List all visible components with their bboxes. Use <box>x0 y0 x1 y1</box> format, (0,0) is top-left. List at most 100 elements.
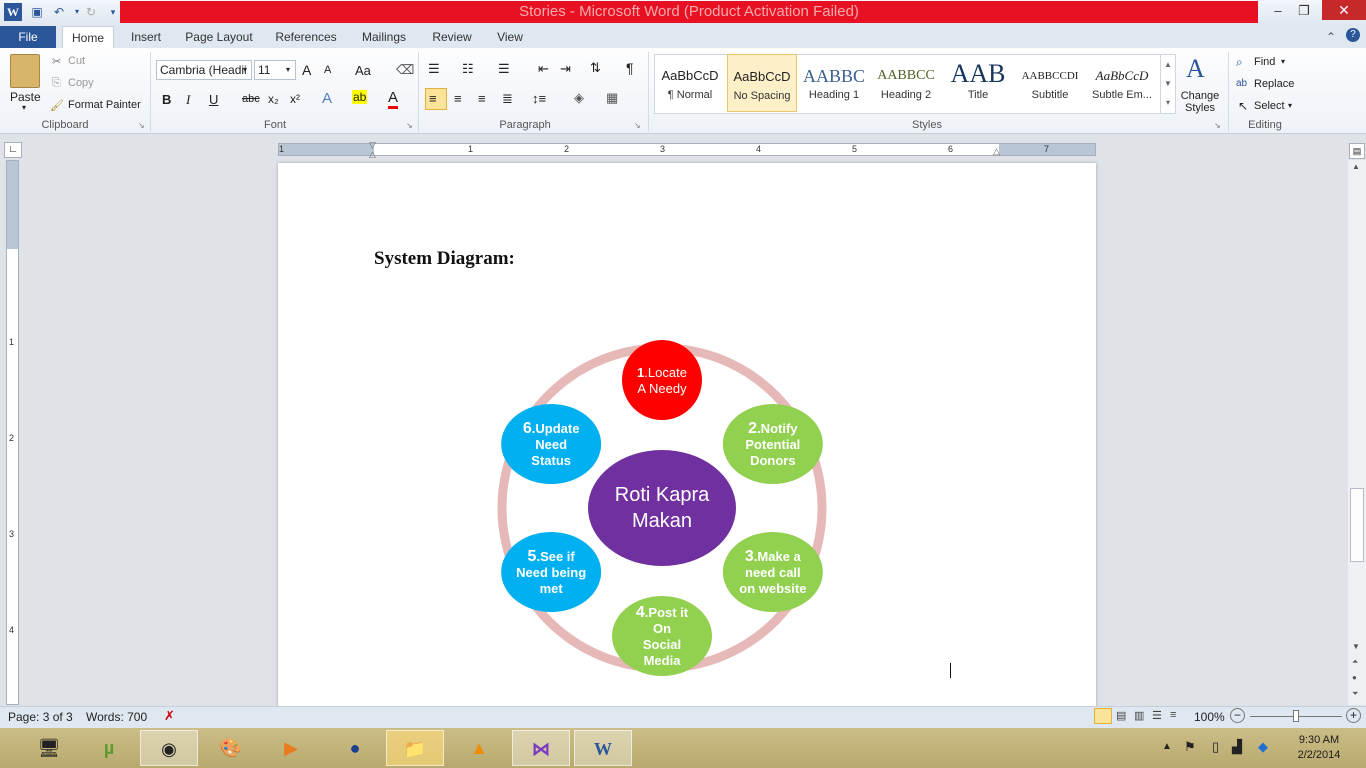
taskbar-monitor-icon[interactable]: 🖥 <box>20 730 78 766</box>
style-no-spacing[interactable]: AaBbCcD No Spacing <box>727 54 797 112</box>
draft-view-icon[interactable]: ≡ <box>1170 709 1176 721</box>
zoom-level[interactable]: 100% <box>1194 710 1225 724</box>
find-button[interactable]: Find <box>1254 56 1275 68</box>
change-styles-button[interactable]: Change Styles <box>1180 90 1220 114</box>
shrink-font-icon[interactable]: A <box>324 64 331 76</box>
dropbox-icon[interactable]: ◆ <box>1258 739 1268 755</box>
taskbar-paint-icon[interactable]: 🎨 <box>202 730 260 766</box>
close-button[interactable]: ✕ <box>1322 0 1366 20</box>
line-spacing-icon[interactable]: ↕≡ <box>532 91 546 106</box>
tab-file[interactable]: File <box>0 26 56 48</box>
tab-mailings[interactable]: Mailings <box>352 26 416 48</box>
zoom-out-icon[interactable]: − <box>1230 708 1245 723</box>
highlight-icon[interactable]: ab <box>352 90 368 104</box>
undo-icon[interactable]: ↶ <box>50 3 68 21</box>
vertical-scrollbar[interactable] <box>1348 160 1366 705</box>
subscript-button[interactable]: x₂ <box>268 92 279 106</box>
select-dropdown-icon[interactable]: ▾ <box>1288 101 1292 110</box>
right-indent-marker[interactable]: △ <box>993 146 1000 157</box>
show-hidden-icons[interactable]: ▲ <box>1162 741 1172 752</box>
web-layout-view-icon[interactable]: ▥ <box>1134 709 1144 722</box>
tab-view[interactable]: View <box>488 26 532 48</box>
style-normal[interactable]: AaBbCcD ¶ Normal <box>655 54 725 112</box>
numbering-icon[interactable]: ☷ <box>462 61 474 77</box>
taskbar-word-icon[interactable]: W <box>574 730 632 766</box>
cut-button[interactable]: Cut <box>68 55 85 67</box>
previous-page-icon[interactable]: ⏶ <box>1352 657 1358 667</box>
browse-object-icon[interactable]: ● <box>1352 673 1357 682</box>
justify-icon[interactable]: ≣ <box>502 91 513 107</box>
taskbar-chrome-icon[interactable]: ◉ <box>140 730 198 766</box>
zoom-in-icon[interactable]: + <box>1346 708 1361 723</box>
tab-insert[interactable]: Insert <box>122 26 170 48</box>
action-center-flag-icon[interactable]: ⚑ <box>1184 739 1196 755</box>
outline-view-icon[interactable]: ☰ <box>1152 709 1162 722</box>
redo-icon[interactable]: ↻ <box>82 3 100 21</box>
clear-formatting-icon[interactable]: ⌫ <box>396 62 414 78</box>
word-count[interactable]: Words: 700 <box>86 710 147 724</box>
styles-scroll-buttons[interactable]: ▲ ▼ ▾ <box>1160 55 1175 113</box>
help-icon[interactable]: ? <box>1346 28 1360 42</box>
tab-home[interactable]: Home <box>62 26 114 48</box>
find-dropdown-icon[interactable]: ▾ <box>1281 57 1285 66</box>
multilevel-list-icon[interactable]: ☰ <box>498 61 510 77</box>
horizontal-ruler[interactable]: 1 1 2 3 4 5 6 7 ▽ △ △ <box>278 140 1096 159</box>
replace-button[interactable]: Replace <box>1254 78 1294 90</box>
grow-font-icon[interactable]: A <box>302 62 311 78</box>
full-screen-view-icon[interactable]: ▤ <box>1116 709 1126 722</box>
align-center-icon[interactable]: ≡ <box>454 91 462 106</box>
paragraph-launcher-icon[interactable]: ↘ <box>634 121 641 130</box>
taskbar-visual-studio-icon[interactable]: ⋈ <box>512 730 570 766</box>
scroll-down-icon[interactable]: ▼ <box>1352 642 1360 651</box>
tab-selector-icon[interactable]: ∟ <box>4 142 22 158</box>
diagram-node-1[interactable] <box>622 340 702 420</box>
change-case-button[interactable]: Aa <box>355 63 371 78</box>
font-launcher-icon[interactable]: ↘ <box>406 121 413 130</box>
style-heading-2[interactable]: AABBCC Heading 2 <box>871 54 941 112</box>
font-family-dropdown-icon[interactable]: ▾ <box>243 65 247 74</box>
view-ruler-icon[interactable]: ▤ <box>1349 143 1365 159</box>
paste-button[interactable]: Paste <box>10 90 41 104</box>
paste-dropdown-icon[interactable]: ▾ <box>22 103 26 112</box>
bold-button[interactable]: B <box>162 92 171 107</box>
styles-launcher-icon[interactable]: ↘ <box>1214 121 1221 130</box>
text-effects-icon[interactable]: A <box>322 90 332 107</box>
shading-icon[interactable]: ◈ <box>574 90 584 106</box>
style-heading-1[interactable]: AABBC Heading 1 <box>799 54 869 112</box>
print-layout-view-button[interactable] <box>1094 708 1112 724</box>
style-subtle-emphasis[interactable]: AaBbCcD Subtle Em... <box>1087 54 1157 112</box>
font-family-select[interactable]: Cambria (Headii <box>156 60 252 80</box>
paste-icon[interactable] <box>10 54 40 88</box>
show-formatting-button[interactable]: ¶ <box>626 60 634 76</box>
system-diagram[interactable]: 1.LocateA Needy 2.NotifyPotentialDonors 3.… <box>490 340 840 680</box>
scroll-up-icon[interactable]: ▲ <box>1352 162 1360 171</box>
bullets-icon[interactable]: ☰ <box>428 61 440 77</box>
style-subtitle[interactable]: AABBCCDI Subtitle <box>1015 54 1085 112</box>
proofing-icon[interactable]: ✗ <box>164 708 175 724</box>
clipboard-launcher-icon[interactable]: ↘ <box>138 121 145 130</box>
taskbar-globe-icon[interactable]: ● <box>326 730 384 766</box>
tab-page-layout[interactable]: Page Layout <box>178 26 260 48</box>
select-button[interactable]: Select <box>1254 100 1285 112</box>
scrollbar-thumb[interactable] <box>1350 488 1364 562</box>
tab-references[interactable]: References <box>268 26 344 48</box>
align-right-icon[interactable]: ≡ <box>478 91 486 106</box>
sort-icon[interactable]: ⇅ <box>590 60 601 76</box>
style-title[interactable]: AAB Title <box>943 54 1013 112</box>
increase-indent-icon[interactable]: ⇥ <box>560 61 571 77</box>
zoom-slider-handle[interactable] <box>1293 710 1299 722</box>
vertical-ruler[interactable]: 1 2 3 4 <box>6 160 19 705</box>
strikethrough-button[interactable]: abc <box>242 93 260 105</box>
minimize-button[interactable]: – <box>1266 2 1290 20</box>
format-painter-button[interactable]: Format Painter <box>68 99 141 111</box>
network-signal-icon[interactable]: ▟ <box>1232 739 1242 755</box>
underline-button[interactable]: U <box>209 92 218 107</box>
taskbar-vlc-icon[interactable]: ▲ <box>450 730 508 766</box>
tab-review[interactable]: Review <box>424 26 480 48</box>
copy-button[interactable]: Copy <box>68 77 94 89</box>
save-icon[interactable]: ▣ <box>28 3 46 21</box>
restore-button[interactable]: ❐ <box>1292 2 1316 20</box>
taskbar-media-player-icon[interactable]: ▶ <box>262 730 320 766</box>
font-color-icon[interactable]: A <box>388 89 399 109</box>
minimize-ribbon-icon[interactable]: ⌃ <box>1326 30 1336 44</box>
